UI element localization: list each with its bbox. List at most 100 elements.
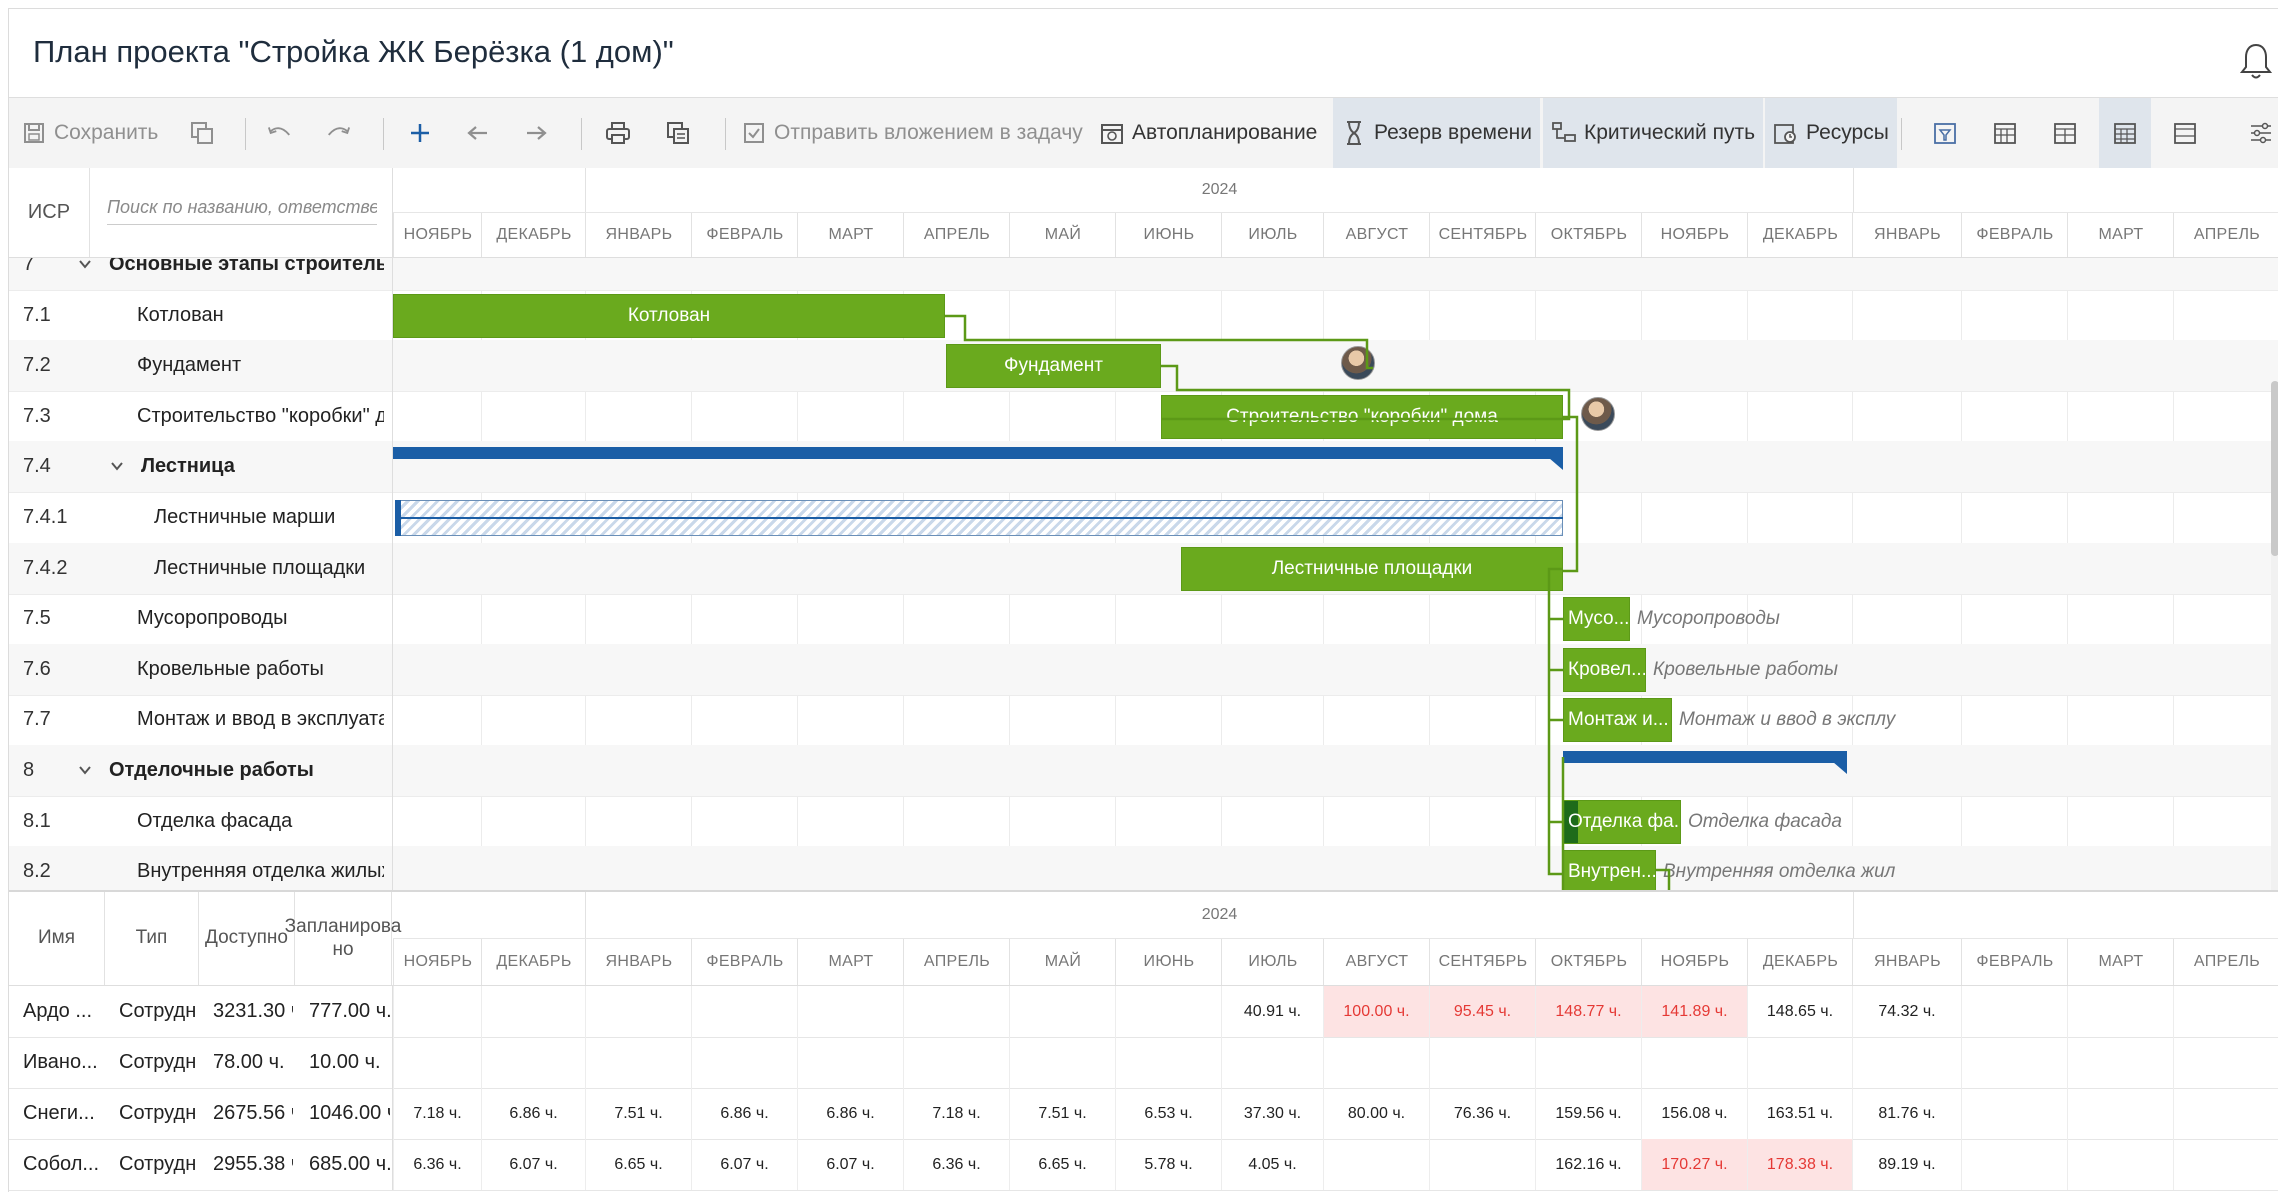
resource-hours-cell [1961,1088,2067,1139]
resource-planned: 685.00 ч. [309,1153,390,1175]
redo-button[interactable] [325,98,351,168]
resource-hours-cell: 37.30 ч. [1221,1088,1323,1139]
outdent-button[interactable] [465,98,491,168]
save-icon [21,120,47,146]
resource-hours-cell: 74.32 ч. [1852,986,1961,1037]
column-type-header[interactable]: Тип [105,892,199,985]
scale-year-button[interactable] [2159,98,2211,168]
resource-hours-cell: 5.78 ч. [1115,1139,1221,1190]
sliders-icon [2248,120,2274,146]
resource-year-label: 2024 [585,892,1854,938]
checkbox-icon [741,120,767,146]
calendar-refresh-icon [1099,120,1125,146]
resource-hours-cell: 170.27 ч. [1641,1139,1747,1190]
month-label: ЯНВАРЬ [585,939,692,985]
arrow-right-icon [523,120,549,146]
month-label: ДЕКАБРЬ [1747,213,1853,257]
resource-hours-cell [797,1037,903,1088]
filter-button[interactable] [1919,98,1971,168]
save-as-button[interactable] [189,98,215,168]
resource-hours-cell: 81.76 ч. [1852,1088,1961,1139]
resource-hours-cell: 100.00 ч. [1323,986,1429,1037]
resource-timeline-header: 2024 НОЯБРЬ ДЕКАБРЬ ЯНВАРЬ ФЕВРАЛЬ МАРТ АПРЕЛ… [393,892,2278,985]
resource-hours-cell: 6.36 ч. [903,1139,1009,1190]
task-grid-header: ИСР Поиск по названию, ответственному... [9,168,393,258]
month-label: ФЕВРАЛЬ [1961,939,2068,985]
column-name-header[interactable]: Имя [9,892,105,985]
resource-row[interactable]: Снеги...Сотрудник2675.56 ч.1046.00 ч.7.1… [9,1088,2278,1140]
add-task-button[interactable] [407,98,433,168]
month-label: МАРТ [2067,939,2174,985]
resource-row[interactable]: Ардо ... Сотрудник 3231.30 ч. 777.00 ч. 40.9… [9,986,2278,1038]
copy-icon [665,120,691,146]
month-label: ОКТЯБРЬ [1535,213,1642,257]
scale-week-button[interactable] [2039,98,2091,168]
resource-available: 2675.56 ч. [213,1102,293,1124]
bell-icon[interactable] [2239,41,2273,81]
resource-type: Сотрудник [119,1000,197,1022]
resource-type: Сотрудник [119,1153,197,1175]
resource-hours-cell [2173,1037,2278,1088]
month-label: СЕНТЯБРЬ [1429,939,1536,985]
print-button[interactable] [605,98,631,168]
resource-name: Ивано... [23,1051,98,1073]
resource-hours-cell [1641,1037,1747,1088]
autoplan-button[interactable]: Автопланирование [1099,98,1323,168]
scale-month-button[interactable] [2099,98,2151,168]
resource-hours-cell [1429,1139,1535,1190]
plus-icon [407,120,433,146]
month-label: ИЮНЬ [1115,213,1222,257]
time-reserve-toggle[interactable]: Резерв времени [1333,98,1541,168]
save-button[interactable]: Сохранить [21,98,158,168]
printer-icon [605,120,631,146]
month-label: ДЕКАБРЬ [1747,939,1853,985]
month-label: НОЯБРЬ [1641,213,1748,257]
critical-path-toggle[interactable]: Критический путь [1543,98,1764,168]
month-label: АПРЕЛЬ [2173,939,2278,985]
month-label: НОЯБРЬ [1641,939,1748,985]
resource-hours-cell [903,986,1009,1037]
resource-name: Собол... [23,1153,100,1175]
resource-hours-cell [691,986,797,1037]
month-label: ИЮНЬ [1115,939,1222,985]
resource-hours-cell: 162.16 ч. [1535,1139,1641,1190]
resource-type: Сотрудник [119,1051,197,1073]
indent-button[interactable] [523,98,549,168]
month-label: ЯНВАРЬ [1852,939,1962,985]
vertical-scrollbar-thumb[interactable] [2271,381,2278,556]
resource-hours-cell [2173,1088,2278,1139]
column-planned-header[interactable]: Запланирова но [285,892,401,985]
month-label: АВГУСТ [1323,939,1430,985]
column-available-header[interactable]: Доступно [199,892,295,985]
resource-hours-cell [393,1037,481,1088]
gantt-body: 7Основные этапы строительно-монта...7.1К… [9,258,2278,890]
settings-button[interactable] [2243,98,2278,168]
copy-button[interactable] [665,98,691,168]
resource-hours-cell [585,986,691,1037]
resource-row[interactable]: Ивано... Сотрудник 78.00 ч. 10.00 ч. [9,1037,2278,1089]
resources-icon [1773,120,1799,146]
resource-hours-cell [2067,1037,2173,1088]
column-isr-header[interactable]: ИСР [9,168,90,257]
resource-hours-cell: 89.19 ч. [1852,1139,1961,1190]
resource-row[interactable]: Собол...Сотрудник2955.38 ч.685.00 ч.6.36… [9,1139,2278,1191]
resource-grid-header: Имя Тип Доступно Запланирова но 2024 НОЯ… [9,892,2278,986]
resource-hours-cell [481,986,585,1037]
month-label: ОКТЯБРЬ [1535,939,1642,985]
resource-type: Сотрудник [119,1102,197,1124]
resource-hours-cell [2067,986,2173,1037]
vertical-scrollbar-track[interactable] [2271,507,2278,890]
toolbar: Сохранить Отправить вложением в задачу А… [9,97,2278,169]
month-label: МАЙ [1009,939,1116,985]
resources-toggle[interactable]: Ресурсы [1765,98,1897,168]
month-label: ИЮЛЬ [1221,213,1324,257]
resource-hours-cell [585,1037,691,1088]
resource-hours-cell: 40.91 ч. [1221,986,1323,1037]
scale-day-button[interactable] [1979,98,2031,168]
save-label: Сохранить [54,121,159,144]
month-label: ЯНВАРЬ [585,213,692,257]
send-attachment-button[interactable]: Отправить вложением в задачу [741,98,1083,168]
task-search-input[interactable]: Поиск по названию, ответственному... [107,190,377,225]
undo-button[interactable] [267,98,293,168]
page-title: План проекта "Стройка ЖК Берёзка (1 дом)… [33,34,674,69]
